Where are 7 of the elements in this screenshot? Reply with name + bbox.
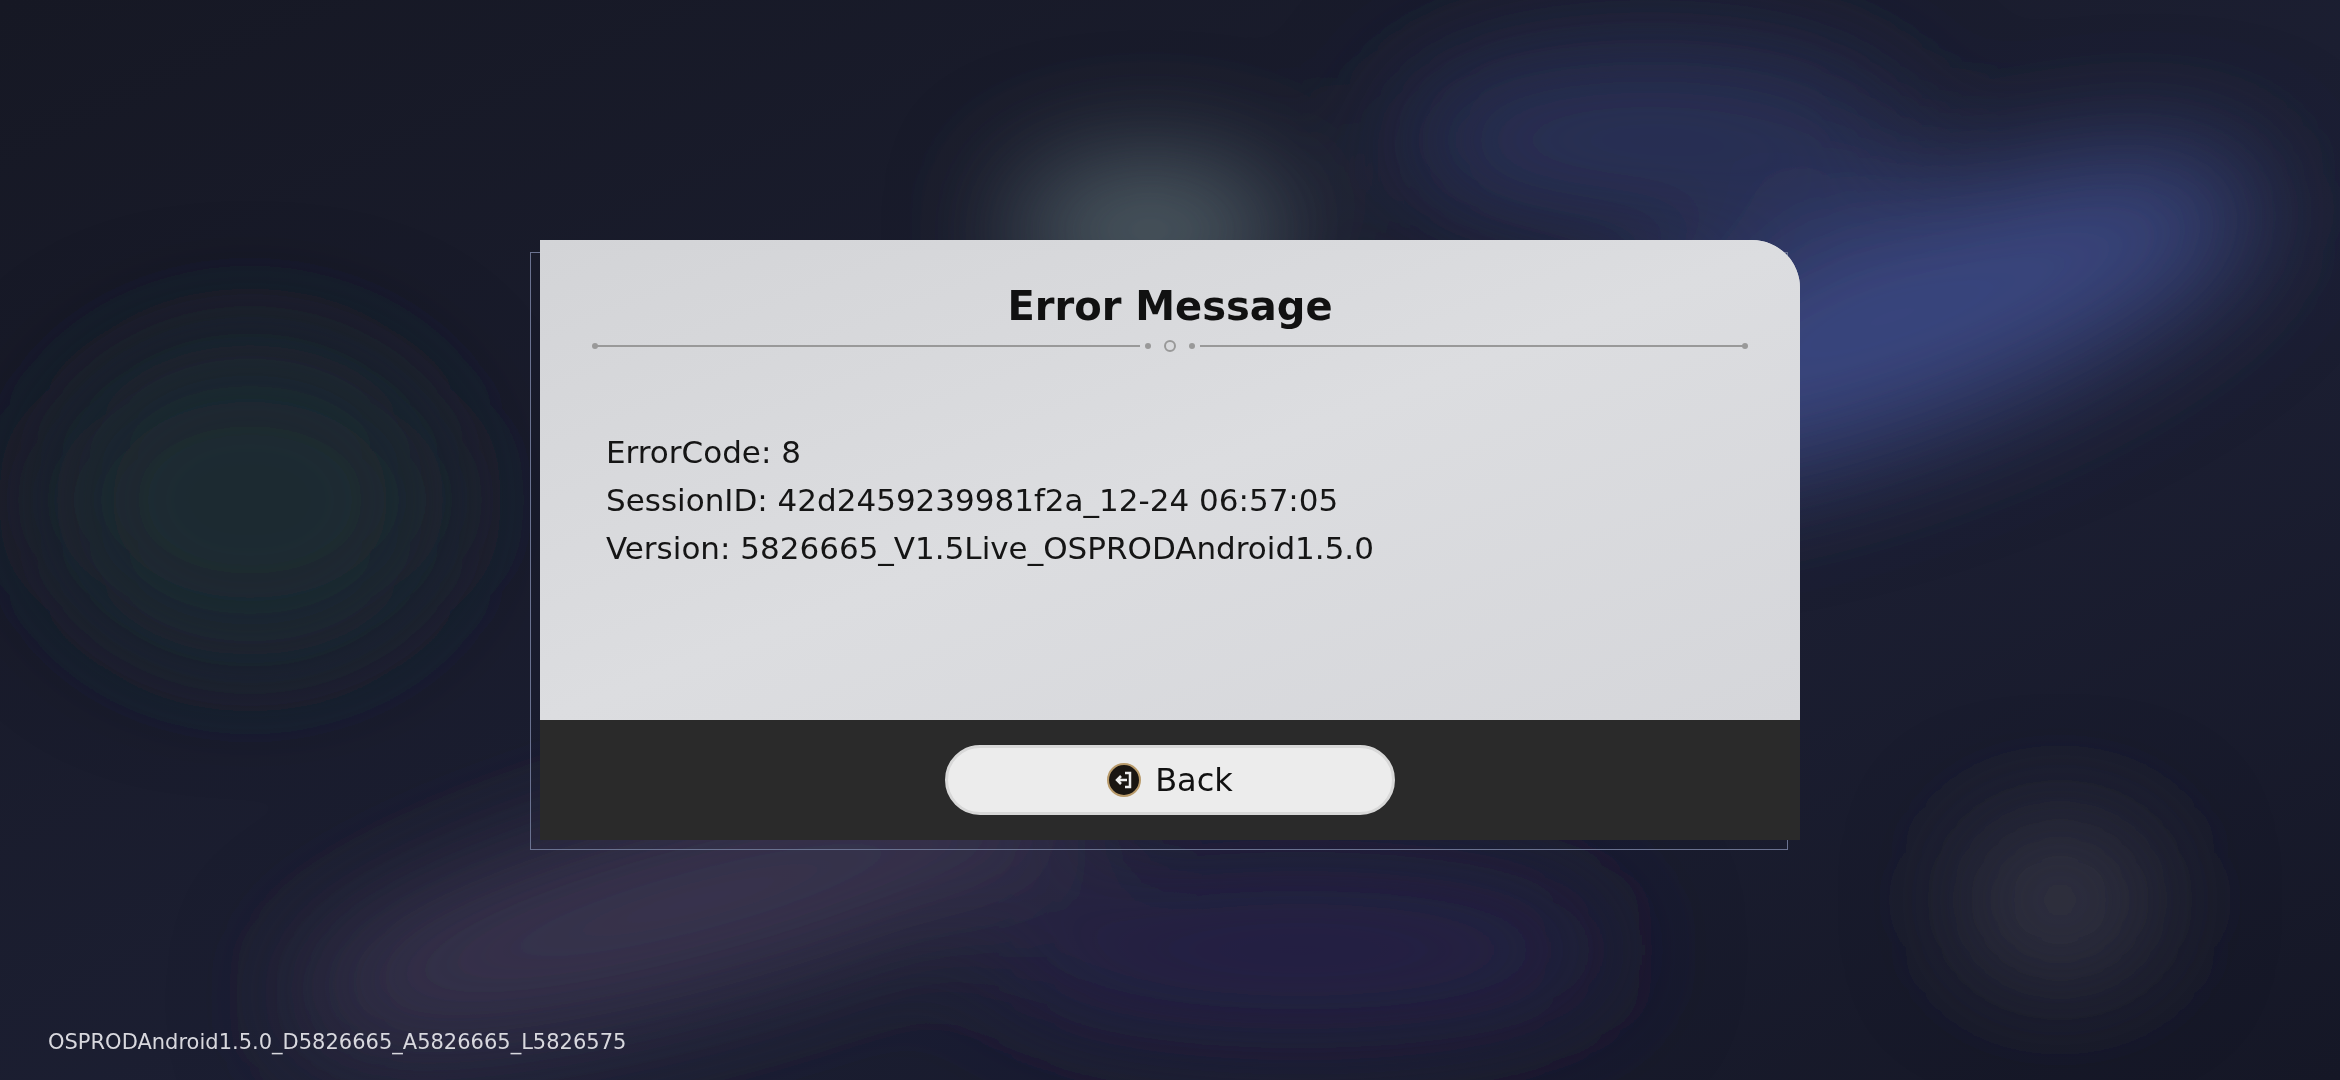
error-detail: Version: 5826665_V1.5Live_OSPRODAndroid1.5.0: [606, 530, 1375, 566]
error-detail: ErrorCode: 8: [606, 434, 802, 470]
build-info: OSPRODAndroid1.5.0_D5826665_A5826665_L5826575: [48, 1029, 627, 1054]
dialog-title: Error Message: [1007, 282, 1333, 330]
exit-icon: [1107, 763, 1142, 797]
back-button[interactable]: Back: [945, 745, 1395, 815]
error-detail: SessionID: 42d2459239981f2a_12-24 06:57:05: [606, 482, 1340, 518]
